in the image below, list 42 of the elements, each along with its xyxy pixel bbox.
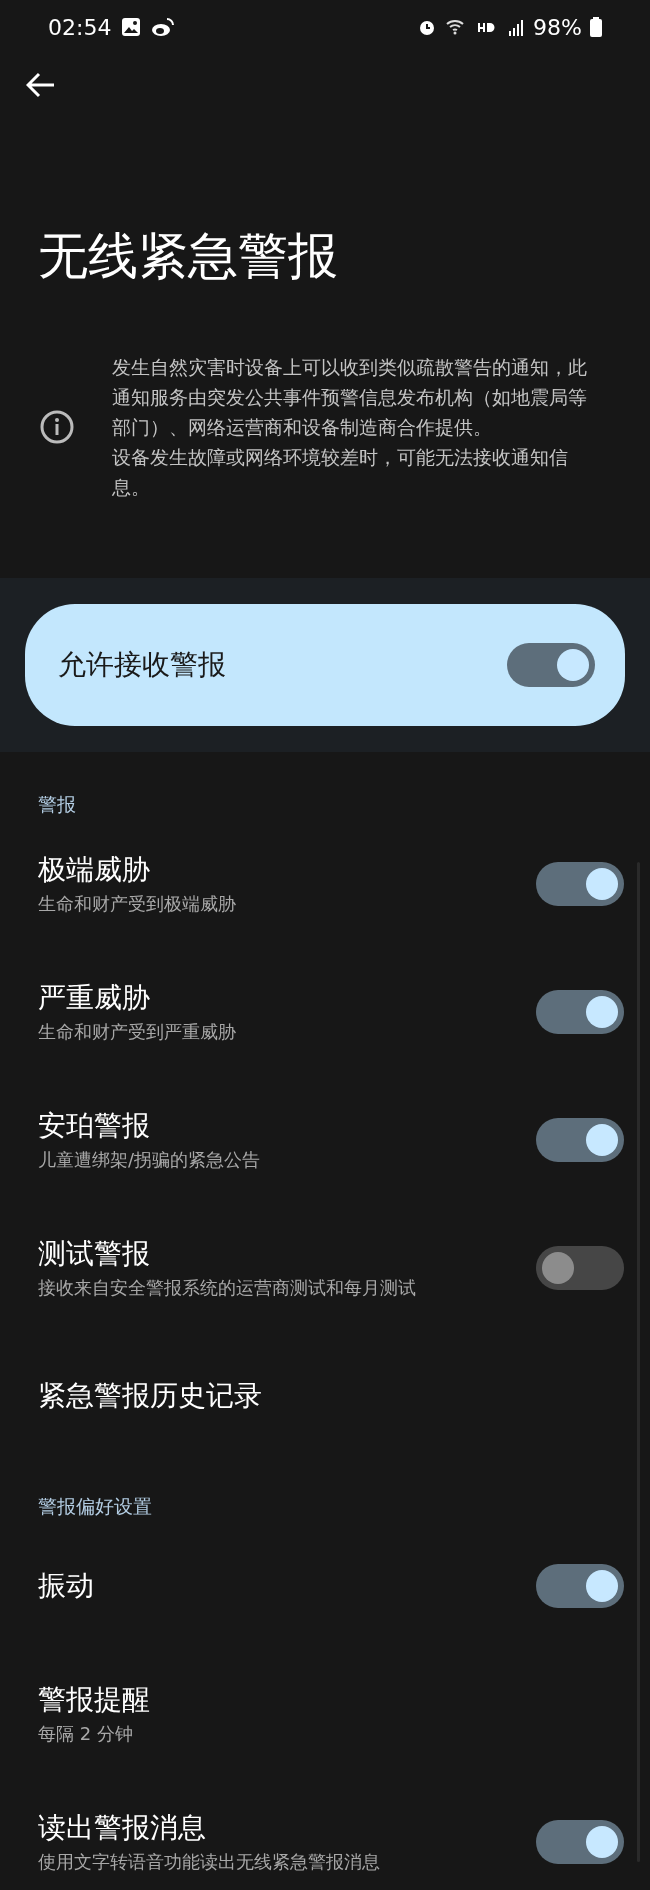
settings-row[interactable]: 振动 [0,1522,650,1650]
row-title: 极端威胁 [38,852,151,888]
info-text: 发生自然灾害时设备上可以收到类似疏散警告的通知，此通知服务由突发公共事件预警信息发布机构（如地震局等部门）、网络运营商和设备制造商合作提供。 [112,355,588,440]
row-title: 警报提醒 [38,1682,150,1718]
toggle-switch[interactable] [536,990,624,1034]
row-subtitle: 使用文字转语音功能读出无线紧急警报消息 [38,1850,380,1874]
settings-row[interactable]: 安珀警报 儿童遭绑架/拐骗的紧急公告 [0,1076,650,1204]
settings-row[interactable]: 测试警报 接收来自安全警报系统的运营商测试和每月测试 [0,1204,650,1332]
settings-row[interactable]: 严重威胁 生命和财产受到严重威胁 [0,948,650,1076]
row-subtitle: 每隔 2 分钟 [38,1722,134,1746]
status-time: 02:54 [48,13,112,42]
row-title: 严重威胁 [38,980,151,1016]
toggle-switch[interactable] [536,1246,624,1290]
battery-icon [590,17,602,37]
row-title: 紧急警报历史记录 [38,1378,262,1414]
row-subtitle: 接收来自安全警报系统的运营商测试和每月测试 [38,1276,416,1300]
back-arrow-icon[interactable] [26,72,56,98]
toggle-switch[interactable] [536,1564,624,1608]
row-subtitle: 生命和财产受到极端威胁 [38,892,236,916]
row-subtitle: 生命和财产受到严重威胁 [38,1020,236,1044]
settings-row[interactable]: 警报提醒 每隔 2 分钟 [0,1650,650,1778]
section-header: 警报 [37,792,77,817]
info-text: 设备发生故障或网络环境较差时，可能无法接收通知信息。 [112,445,569,500]
toggle-switch[interactable] [536,1820,624,1864]
toggle-switch[interactable] [536,862,624,906]
row-title: 测试警报 [38,1236,151,1272]
row-title: 振动 [38,1568,94,1604]
hd-icon [477,21,496,33]
page-title: 无线紧急警报 [38,226,339,286]
section-header: 警报偏好设置 [37,1494,153,1519]
row-title: 读出警报消息 [38,1810,207,1846]
battery-percent: 98% [533,13,582,42]
row-title: 安珀警报 [38,1108,151,1144]
master-toggle-card[interactable]: 允许接收警报 [25,604,625,726]
settings-row[interactable]: 极端威胁 生命和财产受到极端威胁 [0,820,650,948]
row-subtitle: 儿童遭绑架/拐骗的紧急公告 [38,1148,261,1172]
settings-row[interactable]: 读出警报消息 使用文字转语音功能读出无线紧急警报消息 [0,1778,650,1890]
toggle-switch[interactable] [507,643,595,687]
image-icon [121,17,142,37]
info-icon [40,410,74,444]
toggle-switch[interactable] [536,1118,624,1162]
settings-row[interactable]: 紧急警报历史记录 [0,1332,650,1460]
